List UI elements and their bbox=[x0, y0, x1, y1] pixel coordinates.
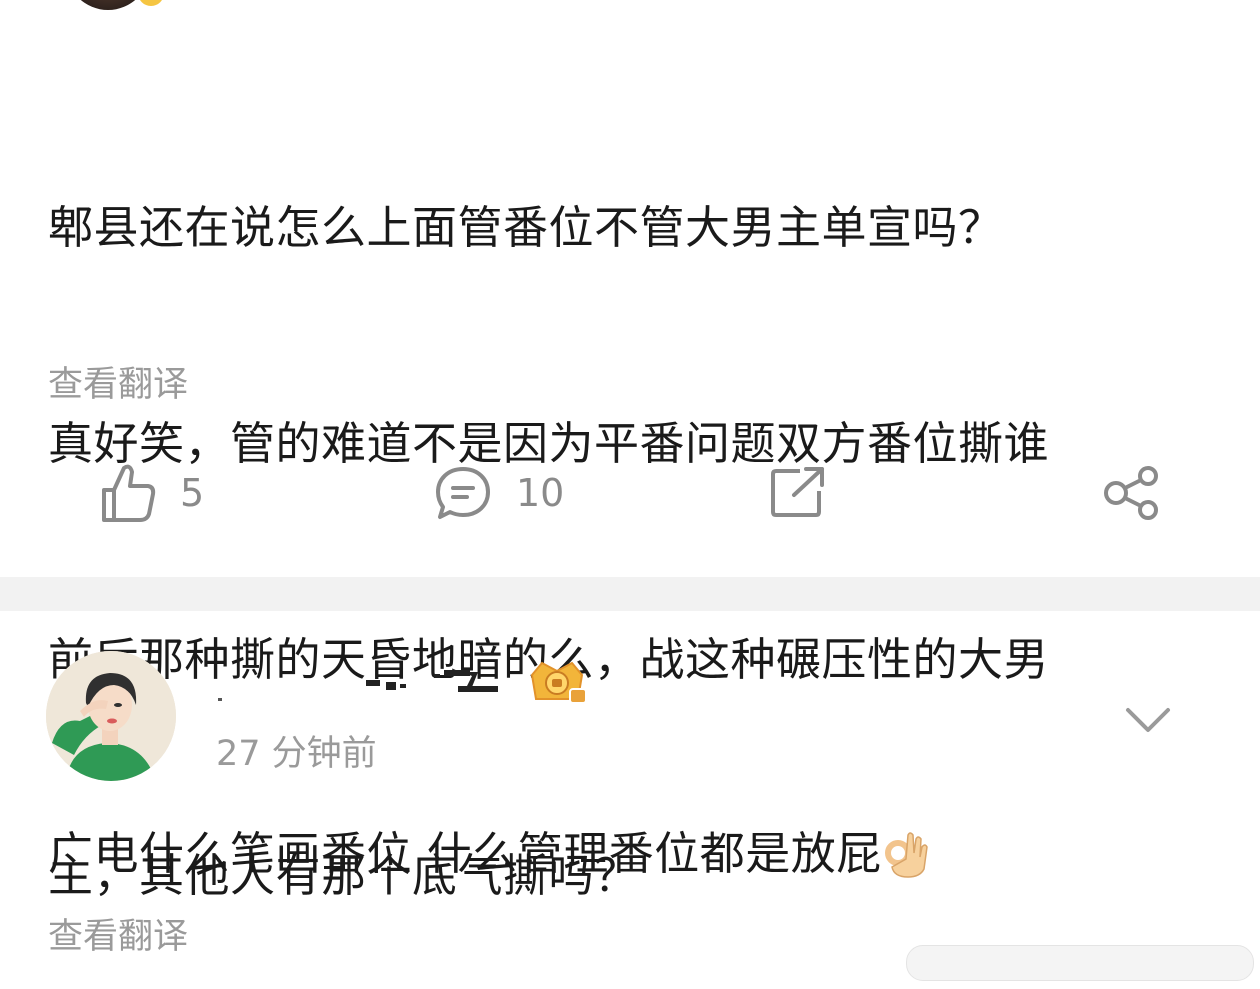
comment-button[interactable]: 10 bbox=[434, 455, 564, 531]
share-icon bbox=[1102, 465, 1162, 521]
comment-bubble-icon bbox=[434, 465, 492, 521]
like-button[interactable]: 5 bbox=[100, 455, 204, 531]
post-translate-link[interactable]: 查看翻译 bbox=[48, 356, 188, 407]
username-redacted[interactable] bbox=[216, 662, 506, 708]
repost-icon bbox=[770, 467, 826, 519]
section-divider bbox=[0, 577, 1260, 611]
ok-hand-emoji bbox=[884, 828, 930, 878]
comment-timestamp: 27 分钟前 bbox=[216, 734, 377, 774]
repost-button[interactable] bbox=[770, 455, 826, 531]
thumbs-up-icon bbox=[100, 462, 156, 524]
like-count: 5 bbox=[180, 471, 205, 515]
comment-body-text: 广电什么笔画番位 什么管理番位都是放屁 bbox=[48, 827, 882, 880]
share-button[interactable] bbox=[1102, 455, 1162, 531]
avatar[interactable] bbox=[46, 651, 176, 781]
more-options-button[interactable] bbox=[1120, 700, 1176, 740]
post-text-line-1: 郫县还在说怎么上面管番位不管大男主单宣吗？ bbox=[48, 201, 1004, 254]
comment-body: 广电什么笔画番位 什么管理番位都是放屁 bbox=[48, 818, 930, 890]
comment-count: 10 bbox=[516, 471, 565, 515]
avatar-illustration bbox=[46, 651, 176, 781]
chevron-down-icon bbox=[1126, 708, 1170, 732]
vip-crown-badge-icon bbox=[530, 661, 587, 704]
previous-avatar-fragment bbox=[66, 0, 150, 10]
post-action-bar: 5 10 bbox=[0, 455, 1260, 531]
watermark bbox=[906, 945, 1254, 981]
comment-translate-link[interactable]: 查看翻译 bbox=[48, 908, 188, 959]
previous-badge-fragment bbox=[138, 0, 164, 6]
